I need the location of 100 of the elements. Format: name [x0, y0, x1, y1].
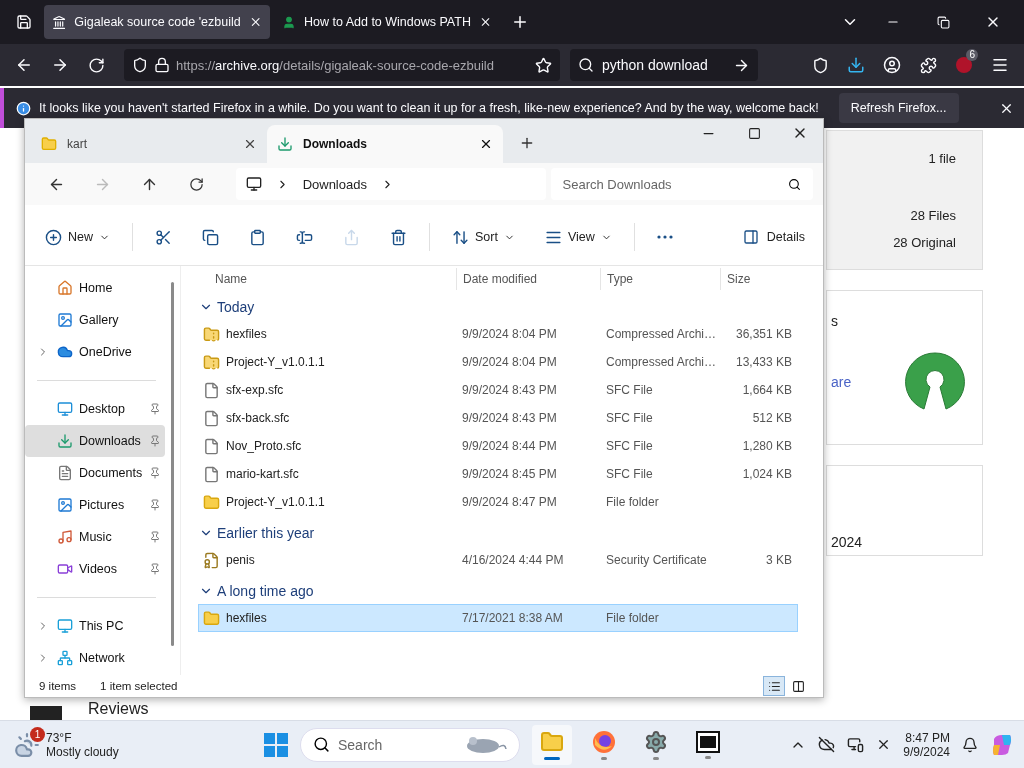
- sidebar-item[interactable]: Videos: [25, 553, 165, 585]
- close-icon[interactable]: [479, 137, 493, 151]
- size-cell-text: 1,664 KB: [741, 383, 792, 397]
- cloud-off-icon[interactable]: [818, 736, 836, 753]
- address-field[interactable]: https://archive.org/details/gigaleak-source-code-ezbuild: [124, 49, 560, 81]
- file-icon: [203, 409, 220, 427]
- computer-icon: [57, 618, 73, 634]
- archive-app-icon: [696, 730, 720, 753]
- search-field[interactable]: Search Downloads: [550, 168, 813, 200]
- keyhole-logo: [904, 351, 966, 413]
- sidebar-item[interactable]: Music: [25, 521, 165, 553]
- date-cell-text: 9/9/2024 8:04 PM: [461, 327, 558, 341]
- date-cell-text: 4/16/2024 4:44 PM: [461, 553, 565, 567]
- scrollbar[interactable]: [171, 282, 174, 646]
- file-name: sfx-exp.sfc: [226, 383, 284, 397]
- search-field[interactable]: python download: [570, 49, 758, 81]
- notification-badge: 1: [30, 726, 45, 742]
- date-cell-text: 9/9/2024 8:43 PM: [461, 411, 558, 425]
- breadcrumb-item[interactable]: Downloads: [302, 176, 367, 192]
- type-cell-text: Compressed Archi…: [605, 355, 718, 369]
- music-icon: [57, 529, 73, 545]
- tab-title: Downloads: [303, 137, 368, 151]
- close-icon[interactable]: [243, 137, 257, 151]
- file-row[interactable]: hexfiles 7/17/2021 8:38 AM File folder: [199, 605, 797, 631]
- sidebar-item[interactable]: Downloads: [25, 425, 165, 457]
- sidebar-item[interactable]: Documents: [25, 457, 165, 489]
- explorer-tab[interactable]: Downloads: [267, 125, 503, 163]
- start-icon[interactable]: [264, 732, 288, 757]
- text-fragment: s: [831, 313, 839, 329]
- new-button[interactable]: New: [37, 220, 118, 254]
- sidebar-item[interactable]: Desktop: [25, 393, 165, 425]
- view-button[interactable]: View: [536, 220, 620, 254]
- group-title: Earlier this year: [217, 525, 315, 541]
- desktop-icon: [57, 401, 73, 417]
- address-bar[interactable]: Downloads: [235, 168, 547, 200]
- date-cell-text: 9/9/2024 8:43 PM: [461, 383, 558, 397]
- license-link[interactable]: are: [831, 374, 852, 390]
- type-cell-text: File folder: [605, 611, 660, 625]
- file-row[interactable]: Project-Y_v1.0.1.1 9/9/2024 8:47 PM File folder: [199, 489, 797, 515]
- date-cell-text: 7/17/2021 8:38 AM: [461, 611, 564, 625]
- search-icon: [788, 177, 801, 191]
- file-row[interactable]: sfx-back.sfc 9/9/2024 8:43 PM SFC File 512 KB: [199, 405, 797, 431]
- explorer-tab[interactable]: kart: [31, 125, 267, 163]
- tab-title: kart: [67, 137, 88, 151]
- person-icon: [282, 14, 296, 30]
- date-text: 2024: [831, 534, 864, 550]
- folder-icon: [540, 729, 564, 754]
- sidebar-item[interactable]: Network: [25, 642, 165, 674]
- selection-count: 1 item selected: [100, 680, 178, 692]
- network-icon: [57, 650, 73, 666]
- file-name: Nov_Proto.sfc: [226, 439, 302, 453]
- column-header[interactable]: Size: [720, 268, 799, 290]
- rename-icon: [296, 228, 313, 246]
- notification-message: It looks like you haven't started Firefox in a while. Do you want to clean it up for a fresh, like-new experience? And by the way, welcome back!: [39, 101, 819, 115]
- sort-button[interactable]: Sort: [444, 220, 523, 254]
- column-header[interactable]: Type: [600, 268, 720, 290]
- file-name: Project-Y_v1.0.1.1: [226, 495, 325, 509]
- tiles-icon: [791, 679, 805, 693]
- document-icon: [57, 465, 73, 481]
- column-header[interactable]: Name: [199, 268, 456, 290]
- more-icon: [656, 235, 673, 239]
- sidebar-item[interactable]: This PC: [25, 610, 165, 642]
- sidebar-item[interactable]: OneDrive: [25, 336, 165, 368]
- file-row[interactable]: Nov_Proto.sfc 9/9/2024 8:44 PM SFC File 1,280 KB: [199, 433, 797, 459]
- sidebar-item[interactable]: Home: [25, 272, 165, 304]
- panel-icon: [742, 229, 759, 245]
- zipped-folder-icon: [203, 353, 220, 371]
- file-row[interactable]: sfx-exp.sfc 9/9/2024 8:43 PM SFC File 1,664 KB: [199, 377, 797, 403]
- file-row[interactable]: hexfiles 9/9/2024 8:04 PM Compressed Archi… 36,351 KB: [199, 321, 797, 347]
- clock[interactable]: 8:47 PM 9/9/2024: [903, 730, 950, 759]
- details-button[interactable]: Details: [736, 228, 811, 246]
- sidebar-item[interactable]: Gallery: [25, 304, 165, 336]
- fox-globe-icon: [592, 729, 616, 754]
- file-icon: [203, 381, 220, 399]
- file-icon: [203, 437, 220, 455]
- refresh-button[interactable]: Refresh Firefox...: [838, 93, 959, 123]
- sidebar-item[interactable]: Pictures: [25, 489, 165, 521]
- file-row[interactable]: mario-kart.sfc 9/9/2024 8:45 PM SFC File 1,024 KB: [199, 461, 797, 487]
- file-name: Project-Y_v1.0.1.1: [226, 355, 325, 369]
- file-name: penis: [226, 553, 255, 567]
- lock-icon: [154, 57, 170, 73]
- network-icon[interactable]: [847, 736, 865, 753]
- home-icon: [57, 280, 73, 296]
- date-cell-text: 9/9/2024 8:45 PM: [461, 467, 558, 481]
- file-row[interactable]: penis 4/16/2024 4:44 PM Security Certificate 3 KB: [199, 547, 797, 573]
- list-icon: [767, 679, 781, 693]
- gallery-icon: [57, 312, 73, 328]
- plus-icon: [45, 228, 62, 246]
- file-icon: [203, 465, 220, 483]
- tab-title: How to Add to Windows PATH: [304, 15, 471, 29]
- taskbar-search[interactable]: Search: [300, 727, 520, 762]
- browser-tab[interactable]: Gigaleak source code 'ezbuild: [44, 5, 270, 39]
- column-header[interactable]: Date modified: [456, 268, 600, 290]
- details-view-button[interactable]: [763, 676, 785, 696]
- browser-tab[interactable]: How to Add to Windows PATH: [274, 5, 500, 39]
- file-row[interactable]: Project-Y_v1.0.1.1 9/9/2024 8:04 PM Compressed Archi… 13,433 KB: [199, 349, 797, 375]
- copilot-icon[interactable]: [990, 732, 1014, 757]
- download-icon: [277, 136, 293, 152]
- bell-icon[interactable]: [962, 736, 978, 753]
- star-icon[interactable]: [535, 56, 552, 74]
